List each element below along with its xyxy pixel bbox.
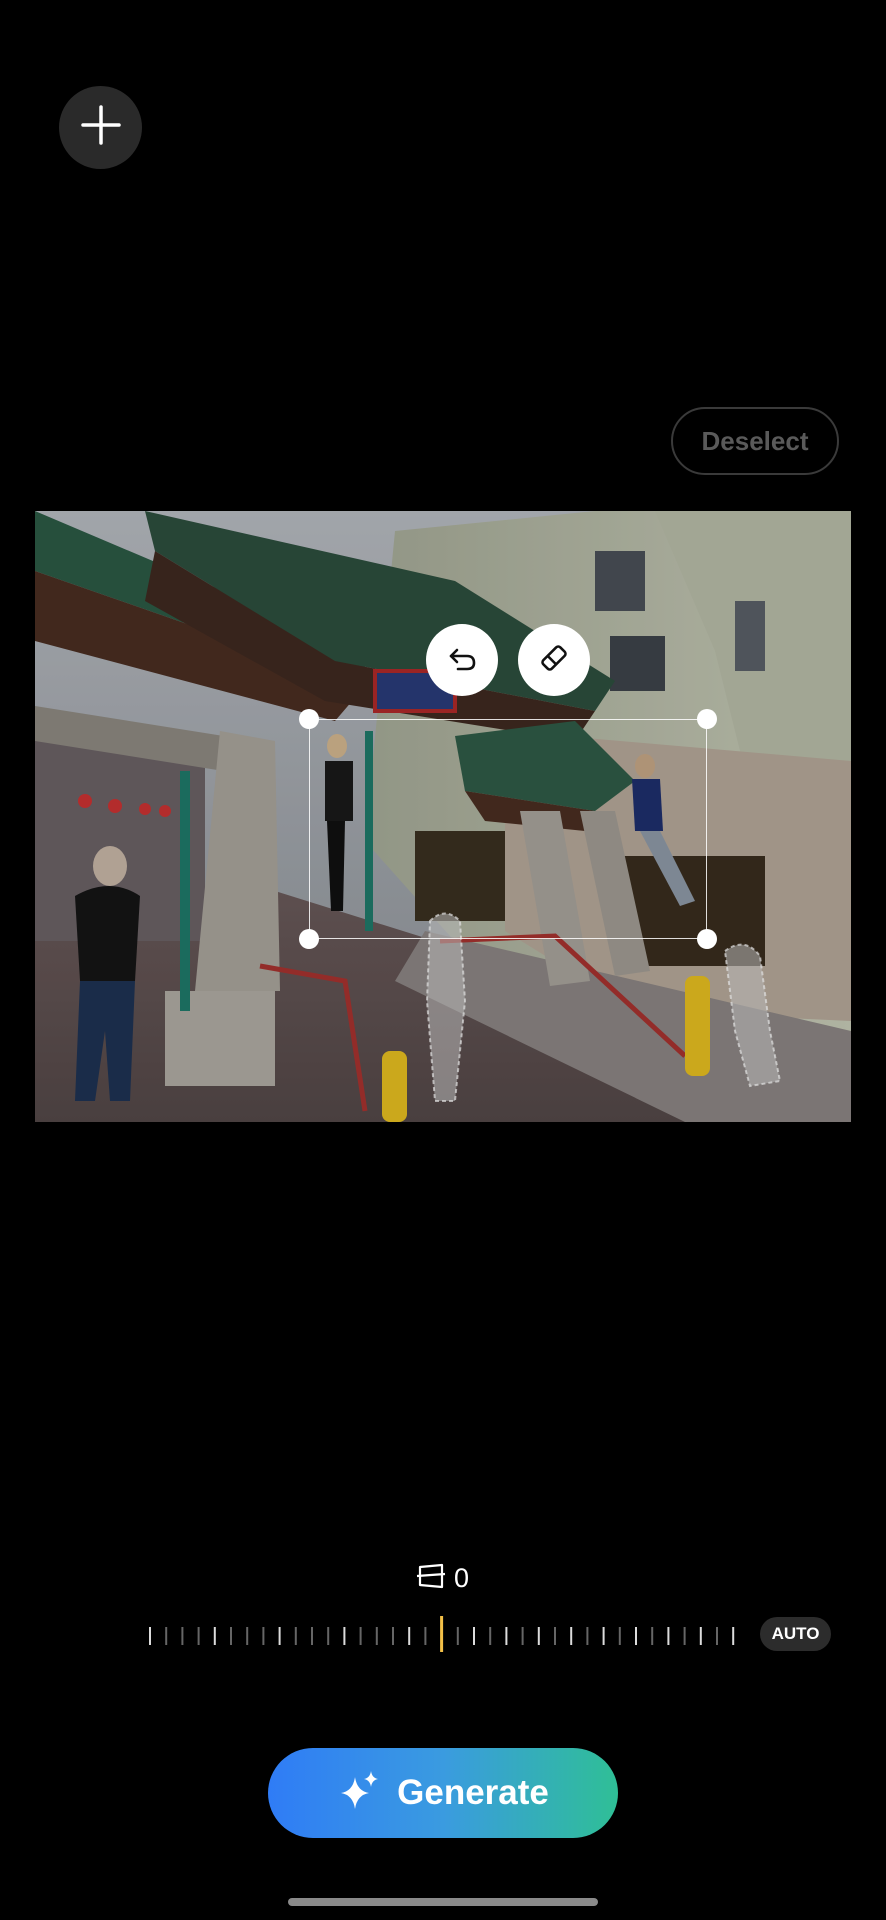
- selection-handle-bottom-right[interactable]: [697, 929, 717, 949]
- perspective-tilt-icon: [416, 1563, 446, 1594]
- sparkle-icon: [337, 1769, 381, 1818]
- plus-icon: [80, 105, 121, 150]
- undo-button[interactable]: [426, 624, 498, 696]
- deselect-button[interactable]: Deselect: [671, 407, 839, 475]
- selection-handle-top-left[interactable]: [299, 709, 319, 729]
- tilt-indicator: 0: [416, 1560, 469, 1596]
- selection-box[interactable]: [309, 719, 707, 939]
- tilt-value: 0: [454, 1562, 470, 1593]
- home-indicator[interactable]: [288, 1898, 598, 1906]
- undo-icon: [446, 642, 478, 679]
- add-button[interactable]: [59, 86, 142, 169]
- generate-label: Generate: [397, 1773, 549, 1812]
- erase-button[interactable]: [518, 624, 590, 696]
- selection-handle-bottom-left[interactable]: [299, 929, 319, 949]
- generate-button[interactable]: Generate: [268, 1748, 618, 1838]
- eraser-icon: [537, 641, 571, 680]
- tilt-slider[interactable]: [148, 1616, 738, 1656]
- selection-handle-top-right[interactable]: [697, 709, 717, 729]
- auto-button[interactable]: AUTO: [760, 1617, 831, 1651]
